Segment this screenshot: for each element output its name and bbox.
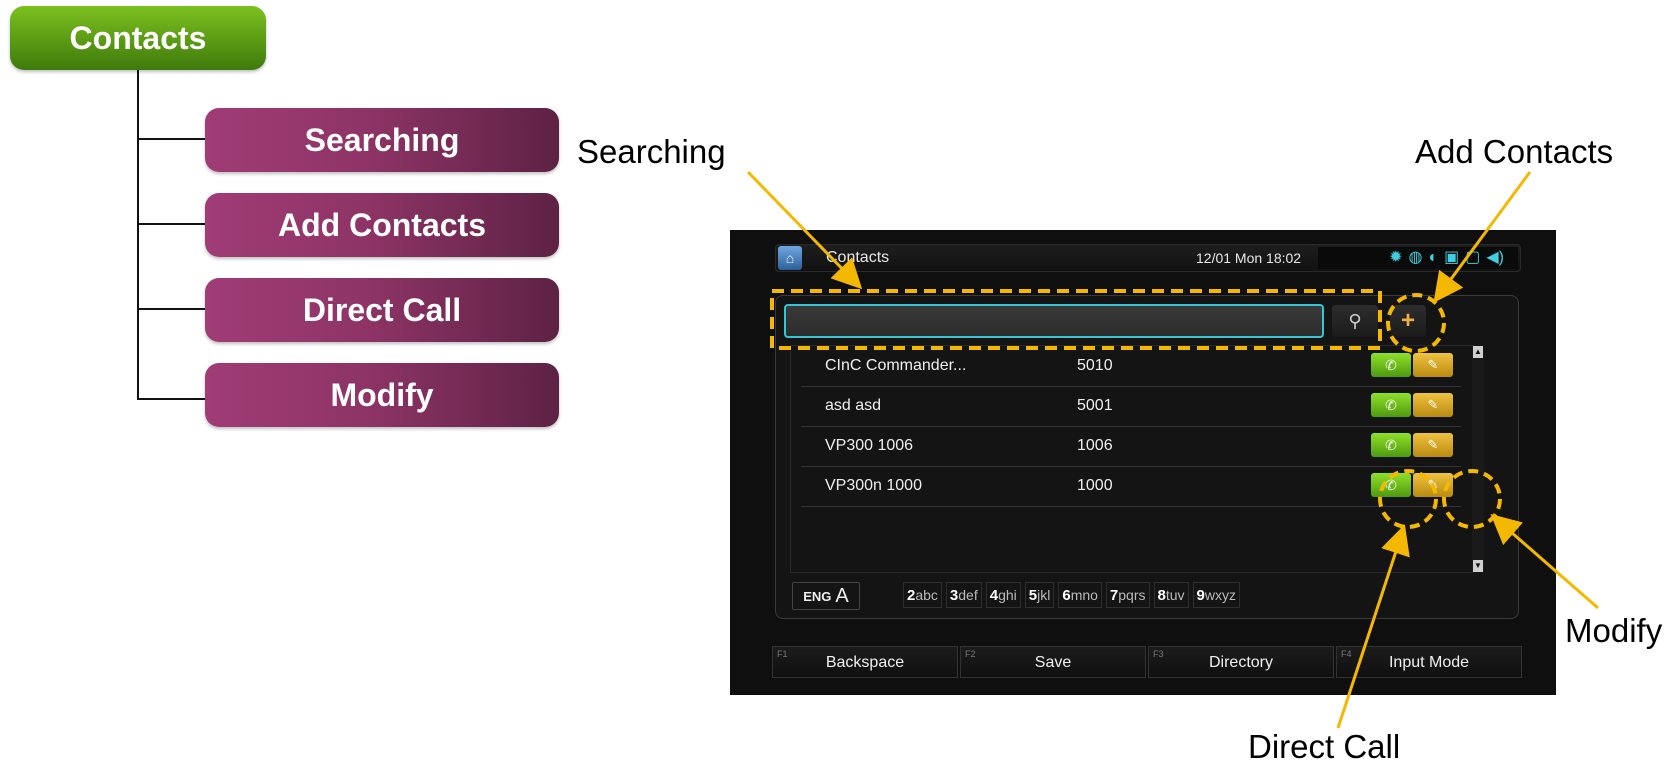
edit-icon[interactable]: ✎ xyxy=(1413,353,1453,377)
fkey-label: F4 xyxy=(1341,649,1352,659)
globe-icon[interactable]: ◍ xyxy=(1408,248,1422,268)
contact-name: VP300 1006 xyxy=(825,437,914,454)
tree-branch-modify: Modify xyxy=(205,363,559,427)
input-language-code: ENG xyxy=(803,588,832,604)
input-case-indicator: A xyxy=(835,584,849,607)
tree-connector xyxy=(137,138,205,140)
fkey-action: Save xyxy=(1034,654,1072,671)
callout-searching: Searching xyxy=(577,133,726,170)
keypad-key: 7pqrs xyxy=(1105,582,1150,608)
keypad-key: 3def xyxy=(945,582,982,608)
tree-connector xyxy=(137,223,205,225)
fkey-label: F2 xyxy=(965,649,976,659)
contact-number: 5001 xyxy=(1077,397,1113,414)
keypad-key: 5jkl xyxy=(1024,582,1055,608)
fkey-action: Directory xyxy=(1208,654,1273,671)
search-input[interactable] xyxy=(784,304,1324,338)
clock: 12/01 Mon 18:02 xyxy=(1196,250,1302,266)
callout-direct-call: Direct Call xyxy=(1248,728,1401,765)
keypad-key: 6mno xyxy=(1058,582,1102,608)
scroll-down-icon[interactable]: ▼ xyxy=(1473,560,1483,572)
status-icons: ✹ ◍ ◐ ▣ ▢ ◀) xyxy=(1318,247,1518,269)
contact-row[interactable]: VP300n 1000 1000 ✆ ✎ xyxy=(801,466,1461,507)
fkey-action: Input Mode xyxy=(1388,654,1470,671)
contact-list: CInC Commander... 5010 ✆ ✎ asd asd 5001 … xyxy=(790,345,1474,573)
tree-branch-searching: Searching xyxy=(205,108,559,172)
contact-number: 1000 xyxy=(1077,477,1113,494)
screen-title: Contacts xyxy=(826,249,890,266)
tree-branch-direct-call: Direct Call xyxy=(205,278,559,342)
input-language[interactable]: ENG A xyxy=(792,582,860,610)
direct-call-button[interactable]: ✆ xyxy=(1371,473,1411,497)
tree-vertical-line xyxy=(137,70,139,399)
call-icon[interactable]: ✆ xyxy=(1371,433,1411,457)
keypad-key: 4ghi xyxy=(985,582,1021,608)
f4-input-mode-button[interactable]: F4 Input Mode xyxy=(1336,646,1522,678)
contact-name: CInC Commander... xyxy=(825,357,967,374)
top-bar: ⌂ Contacts 12/01 Mon 18:02 ✹ ◍ ◐ ▣ ▢ ◀) xyxy=(775,244,1521,272)
device-screen: ⌂ Contacts 12/01 Mon 18:02 ✹ ◍ ◐ ▣ ▢ ◀) … xyxy=(730,230,1556,695)
contact-name: VP300n 1000 xyxy=(825,477,922,494)
contact-name: asd asd xyxy=(825,397,882,414)
f1-backspace-button[interactable]: F1 Backspace xyxy=(772,646,958,678)
home-icon[interactable]: ⌂ xyxy=(778,246,802,270)
call-icon[interactable]: ✆ xyxy=(1371,353,1411,377)
f3-directory-button[interactable]: F3 Directory xyxy=(1148,646,1334,678)
contact-number: 5010 xyxy=(1077,357,1113,374)
headset-icon[interactable]: ◐ xyxy=(1428,248,1438,268)
keypad-key: 9wxyz xyxy=(1192,582,1240,608)
callout-modify: Modify xyxy=(1565,612,1663,649)
fkey-action: Backspace xyxy=(825,654,905,671)
scrollbar[interactable]: ▲ ▼ xyxy=(1472,346,1484,572)
speaker-icon[interactable]: ◀) xyxy=(1486,248,1504,268)
contact-row[interactable]: CInC Commander... 5010 ✆ ✎ xyxy=(801,346,1461,387)
keypad-key: 8tuv xyxy=(1153,582,1189,608)
contact-row[interactable]: VP300 1006 1006 ✆ ✎ xyxy=(801,426,1461,467)
calendar-icon[interactable]: ▣ xyxy=(1444,248,1459,268)
fkey-label: F3 xyxy=(1153,649,1164,659)
search-icon[interactable]: ⚲ xyxy=(1332,305,1378,337)
edit-icon[interactable]: ✎ xyxy=(1413,393,1453,417)
tree-connector xyxy=(137,308,205,310)
contact-number: 1006 xyxy=(1077,437,1113,454)
callout-add-contacts: Add Contacts xyxy=(1415,133,1614,170)
tree-connector xyxy=(137,398,205,400)
fkey-label: F1 xyxy=(777,649,788,659)
keypad-key: 2abc xyxy=(903,582,942,608)
scroll-up-icon[interactable]: ▲ xyxy=(1473,346,1483,358)
f2-save-button[interactable]: F2 Save xyxy=(960,646,1146,678)
edit-icon[interactable]: ✎ xyxy=(1413,433,1453,457)
keypad-hint: 2abc 3def 4ghi 5jkl 6mno 7pqrs 8tuv 9wxy… xyxy=(903,582,1240,608)
tree-root-contacts: Contacts xyxy=(10,6,266,70)
modify-button[interactable]: ✎ xyxy=(1413,473,1453,497)
tree-branch-add-contacts: Add Contacts xyxy=(205,193,559,257)
chat-icon[interactable]: ▢ xyxy=(1465,248,1480,268)
gear-icon[interactable]: ✹ xyxy=(1389,248,1402,268)
contact-row[interactable]: asd asd 5001 ✆ ✎ xyxy=(801,386,1461,427)
call-icon[interactable]: ✆ xyxy=(1371,393,1411,417)
add-contact-button[interactable]: + xyxy=(1390,305,1426,337)
